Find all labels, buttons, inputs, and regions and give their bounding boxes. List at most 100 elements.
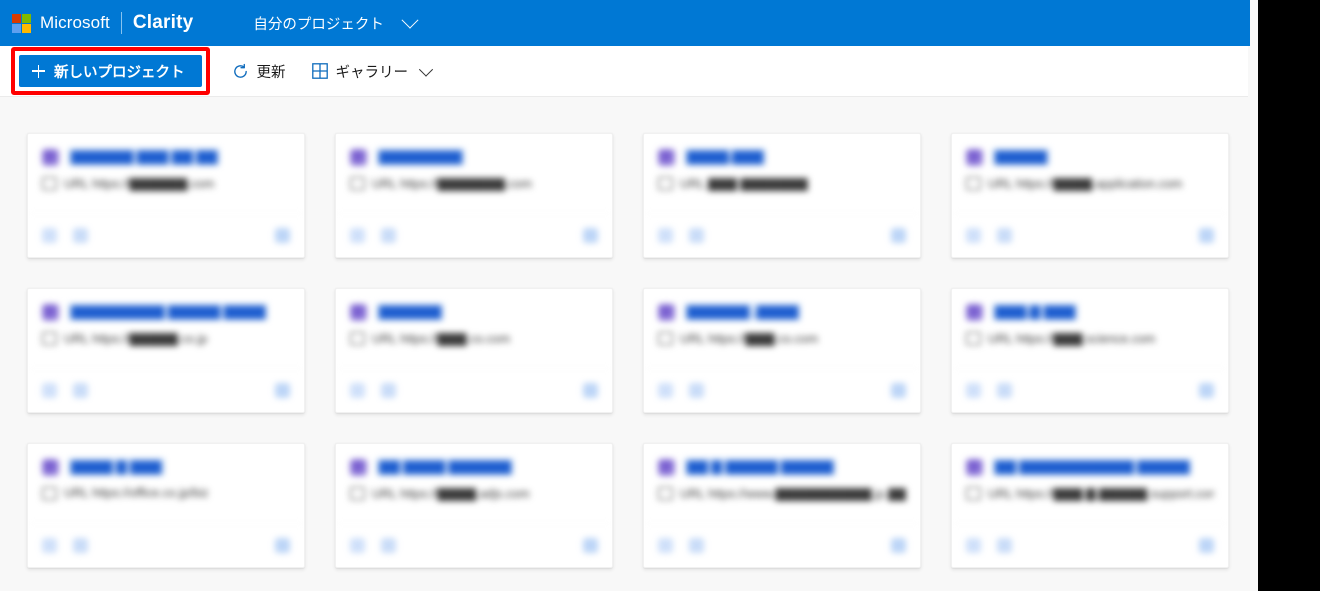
globe-icon [350,487,365,500]
project-card-url-row: URL https://▇▇▇.co.com [336,321,612,346]
project-card-url-row: URL https://▇▇▇.co.com [644,321,920,346]
project-card-header: ▇▇▇▇▇▇ .▇▇▇▇ [644,289,920,321]
chevron-down-icon [401,11,419,29]
settings-icon[interactable] [275,228,290,243]
microsoft-wordmark: Microsoft [40,13,110,32]
settings-icon[interactable] [1199,228,1214,243]
stat-icon[interactable] [966,383,981,398]
settings-icon[interactable] [1199,538,1214,553]
stat-icon[interactable] [966,538,981,553]
project-card-title: ▇▇▇▇▇ [992,148,1050,166]
stat-icon[interactable] [73,228,88,243]
project-card[interactable]: ▇▇ ▇▇▇▇▇▇▇▇▇▇▇ ▇▇▇▇▇ URL https://▇▇▇.▇.▇… [951,443,1229,568]
project-card[interactable]: ▇▇▇▇▇▇▇▇ URL https://▇▇▇▇▇▇▇.com [335,133,613,258]
project-card-footer [28,213,304,257]
project-card-url: URL https://▇▇▇▇.adjs.com [372,487,530,501]
new-project-button[interactable]: 新しいプロジェクト [19,55,202,87]
project-card-url-row: URL https://▇▇▇▇.application.com [952,166,1228,191]
project-card[interactable]: ▇▇▇▇▇▇▇▇▇ ▇▇▇▇▇ ▇▇▇▇ URL https://▇▇▇▇▇.c… [27,288,305,413]
project-card-title: ▇▇▇▇▇▇ .▇▇▇▇ [684,303,802,321]
project-card[interactable]: ▇▇▇▇▇▇ ▇▇▇ ▇▇ ▇▇ URL https://▇▇▇▇▇▇.com [27,133,305,258]
project-card-url: URL https://▇▇▇.co.com [680,332,819,346]
stat-icon[interactable] [381,383,396,398]
stat-icon[interactable] [997,228,1012,243]
globe-icon [42,486,57,500]
project-card-footer [644,523,920,567]
command-bar: 新しいプロジェクト 更新 ギャラリー [0,46,1248,97]
project-card[interactable]: ▇▇ ▇▇▇▇ ▇▇▇▇▇▇ URL https://▇▇▇▇.adjs.com [335,443,613,568]
settings-icon[interactable] [891,538,906,553]
project-card-title: ▇▇▇▇▇▇ [376,303,445,321]
project-card-footer [336,368,612,412]
project-card[interactable]: ▇▇ ▇ ▇▇▇▇▇ ▇▇▇▇▇ URL https://www.▇▇▇▇▇▇▇… [643,443,921,568]
project-card-header: ▇▇ ▇▇▇▇▇▇▇▇▇▇▇ ▇▇▇▇▇ [952,444,1228,476]
project-switcher[interactable]: 自分のプロジェクト [253,0,419,46]
project-card[interactable]: ▇▇▇▇ ▇ ▇▇▇ URL https://office.co.jp/biz [27,443,305,568]
project-card[interactable]: ▇▇▇▇.▇▇▇ URL ▇▇▇ ▇▇▇▇▇▇▇ [643,133,921,258]
project-card-header: ▇▇▇▇.▇▇▇ [644,134,920,166]
settings-icon[interactable] [583,383,598,398]
settings-icon[interactable] [1199,383,1214,398]
brand-divider [120,12,122,34]
stat-icon[interactable] [42,228,57,243]
project-favicon-icon [966,303,983,321]
refresh-button[interactable]: 更新 [232,52,286,90]
project-card-footer [336,213,612,257]
project-favicon-icon [658,303,675,321]
project-favicon-icon [966,458,983,476]
stat-icon[interactable] [350,228,365,243]
project-favicon-icon [42,148,59,166]
globe-icon [42,177,57,190]
project-card[interactable]: ▇▇▇.▇ ▇▇▇ URL https://▇▇▇.science.com [951,288,1229,413]
stat-icon[interactable] [73,383,88,398]
project-card-footer [644,368,920,412]
project-card-url-row: URL https://▇▇▇▇▇▇.com [28,166,304,191]
stat-icon[interactable] [658,383,673,398]
settings-icon[interactable] [891,228,906,243]
globe-icon [350,177,365,190]
globe-icon [658,332,673,345]
stat-icon[interactable] [381,538,396,553]
globe-icon [658,177,673,190]
project-card-url: URL https://▇▇▇▇▇▇▇.com [372,177,532,191]
stat-icon[interactable] [42,538,57,553]
project-card-title: ▇▇▇▇.▇▇▇ [684,148,767,166]
project-card[interactable]: ▇▇▇▇▇ URL https://▇▇▇▇.application.com [951,133,1229,258]
settings-icon[interactable] [891,383,906,398]
project-card[interactable]: ▇▇▇▇▇▇ .▇▇▇▇ URL https://▇▇▇.co.com [643,288,921,413]
project-card-url-row: URL https://www.▇▇▇▇▇▇▇▇▇▇.jp.▇▇▇▇▇ [644,476,920,501]
stat-icon[interactable] [997,383,1012,398]
stat-icon[interactable] [689,383,704,398]
settings-icon[interactable] [275,383,290,398]
project-card-grid: ▇▇▇▇▇▇ ▇▇▇ ▇▇ ▇▇ URL https://▇▇▇▇▇▇.com … [27,133,1229,568]
project-card-url-row: URL https://▇▇▇▇▇.co.jp [28,321,304,346]
stat-icon[interactable] [350,383,365,398]
stat-icon[interactable] [689,538,704,553]
stat-icon[interactable] [381,228,396,243]
settings-icon[interactable] [583,228,598,243]
project-card-header: ▇▇▇▇▇▇ ▇▇▇ ▇▇ ▇▇ [28,134,304,166]
stat-icon[interactable] [658,228,673,243]
stat-icon[interactable] [73,538,88,553]
stat-icon[interactable] [997,538,1012,553]
clarity-app-window: Microsoft Clarity 自分のプロジェクト 新しいプロジェクト 更新 [0,0,1258,591]
settings-icon[interactable] [583,538,598,553]
stat-icon[interactable] [658,538,673,553]
gallery-view-selector[interactable]: ギャラリー [311,52,434,90]
settings-icon[interactable] [275,538,290,553]
stat-icon[interactable] [350,538,365,553]
project-card-title: ▇▇ ▇▇▇▇ ▇▇▇▇▇▇ [376,458,515,476]
grid-view-icon [311,63,328,79]
project-card-header: ▇▇▇▇▇▇▇▇▇ ▇▇▇▇▇ ▇▇▇▇ [28,289,304,321]
project-card-title: ▇▇▇▇▇▇▇▇ [376,148,466,166]
stat-icon[interactable] [689,228,704,243]
stat-icon[interactable] [966,228,981,243]
project-favicon-icon [966,148,983,166]
project-card-footer [644,213,920,257]
project-card-title: ▇▇▇▇▇▇ ▇▇▇ ▇▇ ▇▇ [68,148,221,166]
project-card-url: URL https://▇▇▇.co.com [372,332,511,346]
project-favicon-icon [658,458,675,476]
stat-icon[interactable] [42,383,57,398]
project-card[interactable]: ▇▇▇▇▇▇ URL https://▇▇▇.co.com [335,288,613,413]
project-favicon-icon [350,148,367,166]
